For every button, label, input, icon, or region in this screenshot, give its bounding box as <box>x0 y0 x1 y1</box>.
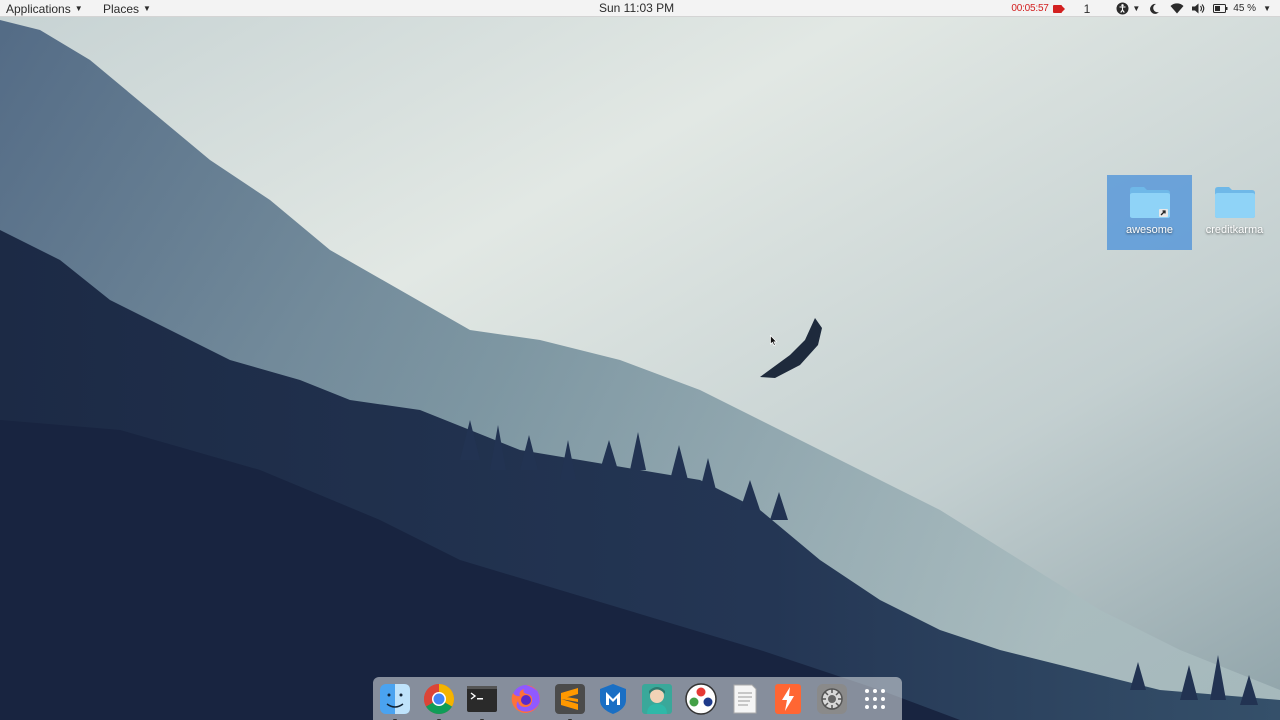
desktop-wallpaper <box>0 0 1280 720</box>
accessibility-icon[interactable] <box>1116 0 1129 17</box>
top-panel: Applications ▼ Places ▼ Sun 11:03 PM 00:… <box>0 0 1280 17</box>
chevron-down-icon[interactable]: ▼ <box>1132 4 1140 13</box>
clock[interactable]: Sun 11:03 PM <box>599 1 674 15</box>
desktop-folder-creditkarma[interactable]: creditkarma <box>1192 175 1277 250</box>
night-light-icon[interactable] <box>1149 0 1160 17</box>
desktop-folder-awesome[interactable]: awesome <box>1107 175 1192 250</box>
burp-suite-icon[interactable] <box>771 682 805 716</box>
folder-link-icon <box>1129 185 1171 219</box>
places-menu-label: Places <box>103 1 140 16</box>
system-settings-icon[interactable] <box>815 682 849 716</box>
finder-icon[interactable] <box>378 682 412 720</box>
chevron-down-icon: ▼ <box>74 4 83 13</box>
firefox-icon[interactable] <box>509 682 543 716</box>
recording-icon[interactable] <box>1052 4 1065 13</box>
sublime-text-icon[interactable] <box>553 682 587 720</box>
avatar-app-icon[interactable] <box>640 682 674 716</box>
system-tray: 00:05:57 1 ▼ 45 % ▼ <box>1011 0 1280 17</box>
chevron-down-icon: ▼ <box>143 4 151 13</box>
workspace-indicator[interactable]: 1 <box>1084 2 1091 16</box>
metasploit-icon[interactable] <box>596 682 630 716</box>
battery-icon[interactable] <box>1213 0 1228 17</box>
desktop-icon-label: awesome <box>1125 224 1174 236</box>
battery-percent[interactable]: 45 % <box>1233 3 1256 14</box>
desktop-icon-label: creditkarma <box>1205 224 1264 236</box>
places-menu[interactable]: Places ▼ <box>103 1 151 16</box>
folder-icon <box>1214 185 1256 219</box>
chrome-icon[interactable] <box>422 682 456 720</box>
applications-menu[interactable]: Applications ▼ <box>6 1 83 16</box>
dock <box>373 677 902 720</box>
color-balls-icon[interactable] <box>684 682 718 716</box>
mouse-pointer-icon <box>770 334 778 352</box>
wifi-icon[interactable] <box>1170 0 1184 17</box>
chevron-down-icon[interactable]: ▼ <box>1263 4 1271 13</box>
terminal-icon[interactable] <box>465 682 499 720</box>
recording-timer[interactable]: 00:05:57 <box>1011 3 1049 14</box>
volume-icon[interactable] <box>1192 0 1205 17</box>
app-grid-icon[interactable] <box>858 682 892 716</box>
text-editor-icon[interactable] <box>727 682 761 716</box>
applications-menu-label: Applications <box>6 1 71 16</box>
